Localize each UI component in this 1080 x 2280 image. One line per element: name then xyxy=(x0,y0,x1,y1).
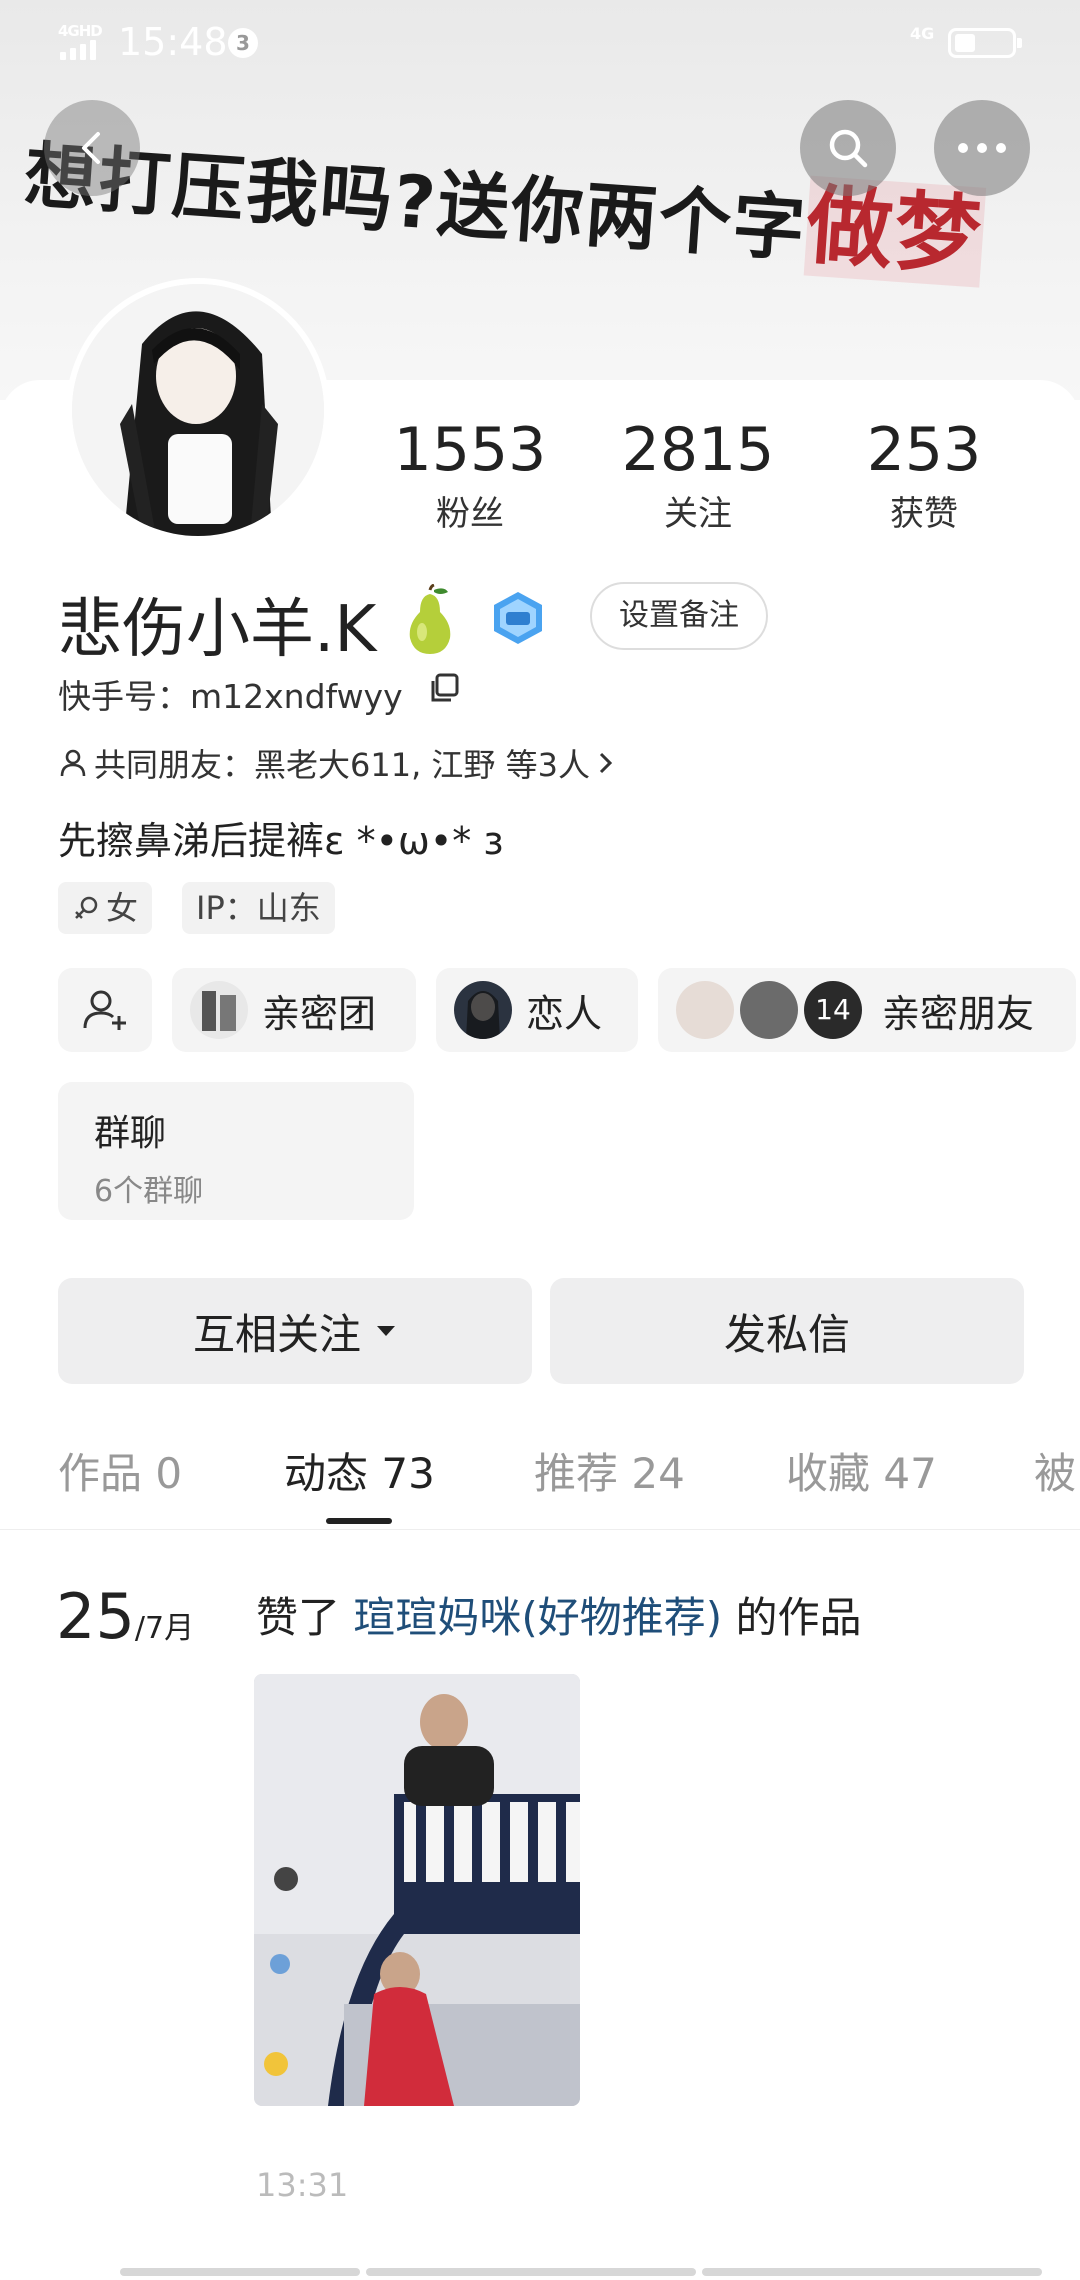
feed-author-link[interactable]: 瑄瑄妈咪(好物推荐) xyxy=(353,1593,722,1642)
close-friends-label: 亲密朋友 xyxy=(882,991,1035,1036)
following-count: 2815 xyxy=(621,415,775,485)
close-friends-count-badge: 14 xyxy=(804,981,862,1039)
following-label: 关注 xyxy=(664,494,732,534)
likes-label: 获赞 xyxy=(890,494,958,534)
kuaishou-id: 快手号：m12xndfwyy xyxy=(58,677,403,716)
signal-icon xyxy=(60,40,96,60)
clock: 15:48 xyxy=(118,20,228,64)
mutual-friends-text: 共同朋友：黑老大611, 江野 等3人 xyxy=(94,746,590,784)
set-remark-button[interactable]: 设置备注 xyxy=(590,582,768,650)
vip-badge-icon[interactable] xyxy=(490,590,546,646)
copy-icon[interactable] xyxy=(428,672,460,704)
gender-text: 女 xyxy=(106,889,139,927)
group-chat-title: 群聊 xyxy=(94,1113,167,1154)
intimate-group-button[interactable]: 亲密团 xyxy=(172,968,416,1052)
followers-count: 1553 xyxy=(393,415,547,485)
feed-date: 25/7月 xyxy=(56,1580,194,1653)
avatar[interactable] xyxy=(66,278,330,542)
profile-tabs: 作品 0 动态 73 推荐 24 收藏 47 被 xyxy=(0,1440,1080,1530)
close-friend-avatar-1 xyxy=(676,981,734,1039)
feed-suffix: 的作品 xyxy=(722,1593,862,1642)
network-type: 4GHD xyxy=(58,22,103,40)
back-button[interactable] xyxy=(44,100,140,196)
avatar-image xyxy=(72,284,324,536)
intimate-group-avatar xyxy=(190,981,248,1039)
chevron-right-icon xyxy=(599,752,613,774)
search-button[interactable] xyxy=(800,100,896,196)
person-icon xyxy=(60,749,86,777)
status-bar: 4GHD 15:48 3 4G xyxy=(0,0,1080,84)
close-friends-count: 14 xyxy=(815,993,851,1026)
tab-liked[interactable]: 被 xyxy=(1034,1440,1076,1501)
likes-count: 253 xyxy=(866,415,982,485)
add-friend-button[interactable] xyxy=(58,968,152,1052)
send-message-label: 发私信 xyxy=(723,1309,850,1359)
tab-moments[interactable]: 动态 73 xyxy=(284,1440,435,1501)
tab-recommend[interactable]: 推荐 24 xyxy=(534,1440,685,1501)
battery-icon xyxy=(948,28,1022,58)
tab-favorites[interactable]: 收藏 47 xyxy=(786,1440,937,1501)
profile-name: 悲伤小羊.K xyxy=(58,593,377,667)
bio: 先擦鼻涕后提裤ε *•ω•* ɜ xyxy=(58,819,504,863)
intimate-group-label: 亲密团 xyxy=(262,991,377,1036)
mutual-follow-button[interactable]: 互相关注 xyxy=(58,1278,532,1384)
more-icon xyxy=(958,143,1006,153)
feed-activity-text: 赞了 瑄瑄妈咪(好物推荐) 的作品 xyxy=(256,1584,862,1645)
stat-likes[interactable]: 253 获赞 xyxy=(814,420,1034,535)
pear-emoji-icon xyxy=(409,584,451,654)
send-message-button[interactable]: 发私信 xyxy=(550,1278,1024,1384)
feed-day: 25 xyxy=(56,1580,135,1653)
mobile-data-icon: 4G xyxy=(910,24,935,43)
post-image xyxy=(254,1674,580,2106)
lover-label: 恋人 xyxy=(526,991,603,1036)
search-icon xyxy=(829,129,868,168)
ip-tag: IP：山东 xyxy=(182,882,335,934)
followers-label: 粉丝 xyxy=(436,494,504,534)
lover-button[interactable]: 恋人 xyxy=(436,968,638,1052)
stat-followers[interactable]: 1553 粉丝 xyxy=(360,420,580,535)
feed-post-thumbnail[interactable] xyxy=(254,1674,580,2106)
female-icon xyxy=(75,896,98,919)
banner-main-text: 想打压我吗?送你两个字 xyxy=(21,132,810,272)
more-button[interactable] xyxy=(934,100,1030,196)
back-arrow-icon xyxy=(82,132,100,164)
close-friends-button[interactable]: 14 亲密朋友 xyxy=(658,968,1076,1052)
gender-tag: 女 xyxy=(58,882,153,934)
group-chat-count: 6个群聊 xyxy=(94,1174,204,1209)
mutual-friends[interactable]: 共同朋友：黑老大611, 江野 等3人 xyxy=(58,740,616,786)
scroll-indicator xyxy=(120,2268,1080,2280)
close-friend-avatar-2 xyxy=(740,981,798,1039)
lover-avatar xyxy=(454,981,512,1039)
notification-badge: 3 xyxy=(228,28,258,58)
ip-text: IP：山东 xyxy=(196,889,321,927)
caret-down-icon xyxy=(377,1326,395,1336)
tab-works[interactable]: 作品 0 xyxy=(58,1440,182,1501)
feed-month: /7月 xyxy=(134,1611,195,1646)
feed-prefix: 赞了 xyxy=(256,1593,354,1642)
add-person-icon xyxy=(83,990,126,1030)
feed-time: 13:31 xyxy=(256,2166,349,2204)
group-chat-card[interactable]: 群聊 6个群聊 xyxy=(58,1082,414,1220)
active-tab-indicator xyxy=(326,1518,392,1524)
mutual-follow-label: 互相关注 xyxy=(192,1309,361,1359)
stat-following[interactable]: 2815 关注 xyxy=(588,420,808,535)
